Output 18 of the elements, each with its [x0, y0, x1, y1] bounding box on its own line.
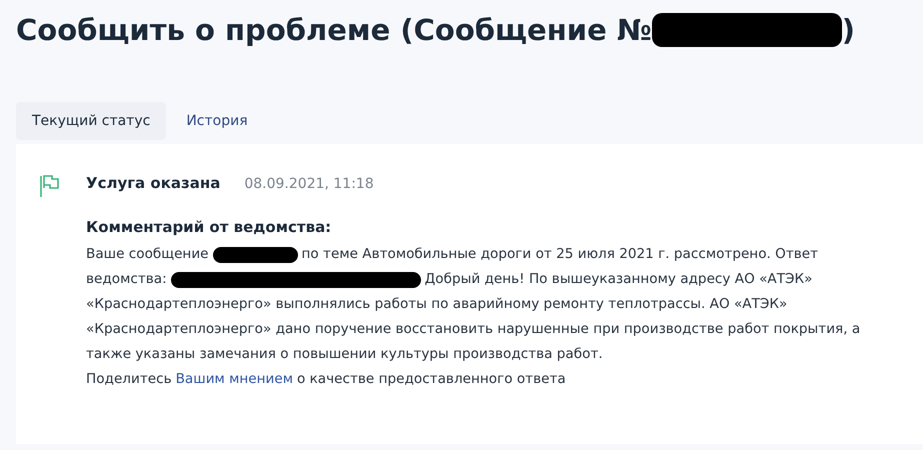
comment-heading: Комментарий от ведомства: [86, 218, 332, 236]
comment-text: Добрый день! По вышеуказанному адресу АО «АТЭК» [424, 270, 812, 289]
tab[interactable]: История [170, 102, 264, 140]
flag-icon [38, 174, 60, 198]
comment-text: по теме Автомобильные дороги от 25 июля 2021 г. рассмотрено. Ответ [302, 245, 818, 264]
feedback-link[interactable]: Вашим мнением [176, 367, 293, 392]
page-title: ) [842, 13, 855, 47]
comment-text: Поделитесь [86, 370, 172, 389]
page-title: Сообщить о проблеме (Сообщение № [16, 13, 652, 47]
comment-text: Ваше сообщение [86, 245, 209, 264]
comment-text: о качестве предоставленного ответа [296, 370, 566, 389]
status-label: Услуга оказана [86, 174, 220, 192]
comment-text: также указаны замечания о повышении культуры производства работ. [86, 345, 603, 364]
tab[interactable]: Текущий статус [16, 102, 166, 140]
status-date: 08.09.2021, 11:18 [244, 176, 374, 192]
comment-text: ведомства: [86, 270, 167, 289]
comment-text: «Краснодартеплоэнерго» выполнялись работы по аварийному ремонту теплотрассы. АО «АТЭК» [86, 295, 788, 314]
comment-text: «Краснодартеплоэнерго» дано поручение восстановить нарушенные при производстве работ покрытия, а [86, 320, 860, 339]
